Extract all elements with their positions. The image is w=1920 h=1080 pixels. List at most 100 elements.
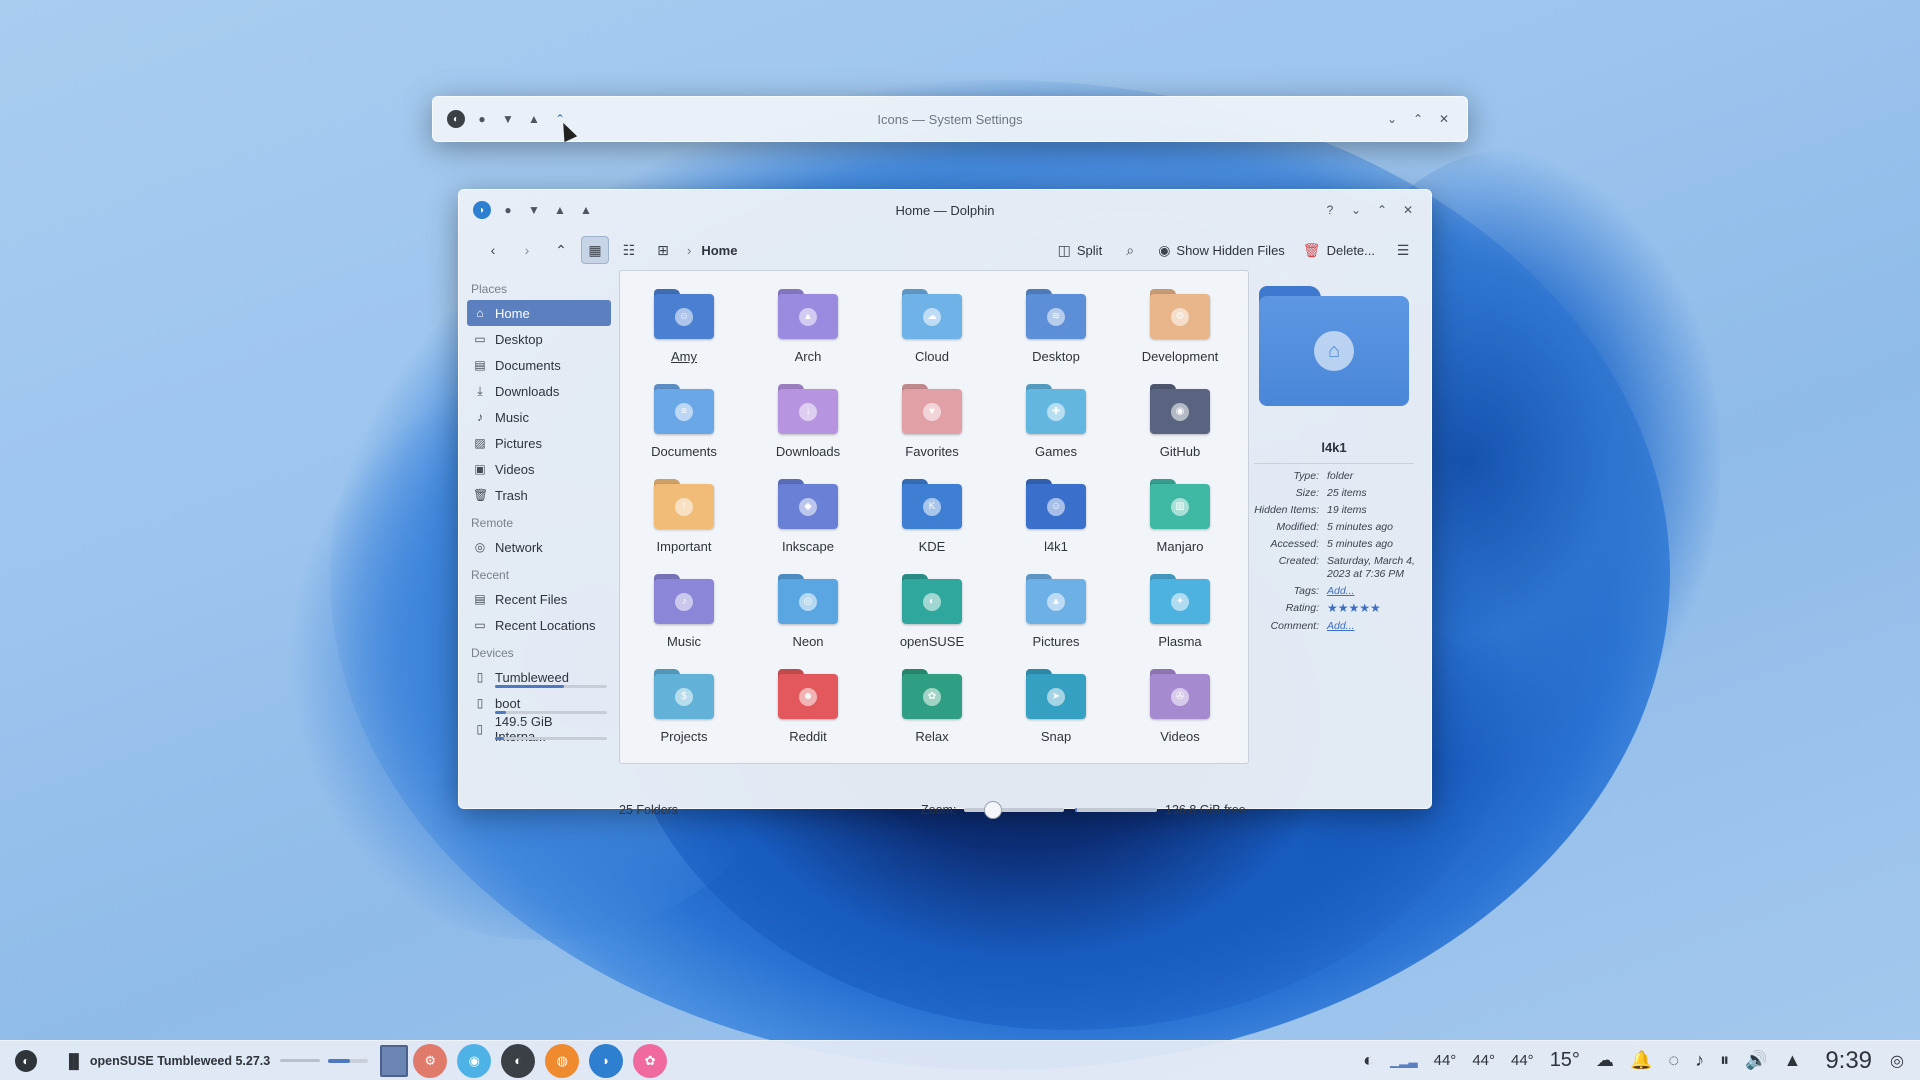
- maximize-icon[interactable]: ⌃: [1405, 106, 1431, 132]
- places-item-boot[interactable]: ▯ boot: [467, 690, 611, 716]
- volume-icon[interactable]: 🔊: [1745, 1050, 1767, 1071]
- delete-button[interactable]: 🗑 Delete...: [1299, 236, 1379, 264]
- minimize-icon[interactable]: ⌄: [1379, 106, 1405, 132]
- places-item-music[interactable]: ♪ Music: [467, 404, 611, 430]
- split-button[interactable]: ◫ Split: [1054, 236, 1107, 264]
- places-item-pictures[interactable]: ▨ Pictures: [467, 430, 611, 456]
- taskbar-app-system-settings[interactable]: ◐: [501, 1043, 536, 1078]
- maximize-icon[interactable]: ⌃: [1369, 197, 1395, 223]
- device-usage-bar: [495, 685, 607, 688]
- taskbar-app-dolphin[interactable]: ◗: [589, 1043, 624, 1078]
- folder-pictures[interactable]: ▲ Pictures: [994, 566, 1118, 661]
- folder-favorites[interactable]: ♥ Favorites: [870, 376, 994, 471]
- pin-icon[interactable]: ●: [495, 197, 521, 223]
- close-icon[interactable]: ✕: [1431, 106, 1457, 132]
- show-hidden-files-button[interactable]: ◉ Show Hidden Files: [1154, 236, 1289, 264]
- folder-l4k1[interactable]: ☺ l4k1: [994, 471, 1118, 566]
- shade-icon[interactable]: ⌃: [547, 106, 573, 132]
- places-item-desktop[interactable]: ▭ Desktop: [467, 326, 611, 352]
- media-player-icon[interactable]: ♪: [1695, 1050, 1704, 1071]
- places-item-tumbleweed[interactable]: ▯ Tumbleweed: [467, 664, 611, 690]
- help-icon[interactable]: ?: [1317, 197, 1343, 223]
- places-item-documents[interactable]: ▤ Documents: [467, 352, 611, 378]
- taskbar-app-firefox[interactable]: ◍: [545, 1043, 580, 1078]
- keep-below-icon[interactable]: ▼: [495, 106, 521, 132]
- folder-snap[interactable]: ➤ Snap: [994, 661, 1118, 756]
- folder-neon[interactable]: ◎ Neon: [746, 566, 870, 661]
- folder-music[interactable]: ♪ Music: [622, 566, 746, 661]
- pause-icon[interactable]: ⏸: [1720, 1050, 1729, 1071]
- meta-value[interactable]: Add...: [1327, 585, 1419, 598]
- settings-app-icon[interactable]: ◐: [443, 106, 469, 132]
- opensuse-tray-icon[interactable]: ◐: [1363, 1050, 1374, 1071]
- details-view-button[interactable]: ⊞: [649, 236, 677, 264]
- application-launcher[interactable]: ◐: [8, 1043, 44, 1079]
- places-item-home[interactable]: ⌂ Home: [467, 300, 611, 326]
- folder-projects[interactable]: $ Projects: [622, 661, 746, 756]
- task-manager-entry[interactable]: ▐▌ openSUSE Tumbleweed 5.27.3: [64, 1043, 270, 1079]
- shade-icon[interactable]: ▲: [573, 197, 599, 223]
- folder-reddit[interactable]: ☻ Reddit: [746, 661, 870, 756]
- folder-plasma[interactable]: ✦ Plasma: [1118, 566, 1242, 661]
- minimize-icon[interactable]: ⌄: [1343, 197, 1369, 223]
- folder-arch[interactable]: ▲ Arch: [746, 281, 870, 376]
- cloud-icon[interactable]: ☁: [1596, 1050, 1614, 1071]
- network-status-icon[interactable]: ◌: [1668, 1050, 1679, 1071]
- keep-below-icon[interactable]: ▼: [521, 197, 547, 223]
- places-item-149-5-gib-interna[interactable]: ▯149.5 GiB Interna...: [467, 714, 611, 744]
- system-monitor-icon[interactable]: ▁▂▃: [1390, 1054, 1418, 1068]
- folder-opensuse[interactable]: ◐ openSUSE: [870, 566, 994, 661]
- taskbar-app-photos[interactable]: ✿: [633, 1043, 668, 1078]
- folder-videos[interactable]: ✇ Videos: [1118, 661, 1242, 756]
- dolphin-titlebar[interactable]: ◗ ● ▼ ▲ ▲ Home — Dolphin ? ⌄ ⌃ ✕: [459, 190, 1431, 230]
- taskbar-app-discover[interactable]: ◉: [457, 1043, 492, 1078]
- keep-above-icon[interactable]: ▲: [521, 106, 547, 132]
- weather-temp[interactable]: 15°: [1550, 1049, 1580, 1072]
- folder-games[interactable]: ✚ Games: [994, 376, 1118, 471]
- keep-above-icon[interactable]: ▲: [547, 197, 573, 223]
- folder-downloads[interactable]: ↓ Downloads: [746, 376, 870, 471]
- folder-view[interactable]: ☺ Amy ▲ Arch ☁ Cloud ≋ Desktop ⚙ Development ≡ Docu…: [619, 270, 1249, 764]
- places-item-videos[interactable]: ▣ Videos: [467, 456, 611, 482]
- back-button[interactable]: ‹: [479, 236, 507, 264]
- compact-view-button[interactable]: ☷: [615, 236, 643, 264]
- close-icon[interactable]: ✕: [1395, 197, 1421, 223]
- taskbar-app-settings[interactable]: ⚙: [413, 1043, 448, 1078]
- breadcrumb-home[interactable]: Home: [701, 243, 737, 258]
- hamburger-menu-button[interactable]: ☰: [1389, 236, 1417, 264]
- folder-desktop[interactable]: ≋ Desktop: [994, 281, 1118, 376]
- forward-button[interactable]: ›: [513, 236, 541, 264]
- places-item-recent-files[interactable]: ▤ Recent Files: [467, 586, 611, 612]
- folder-relax[interactable]: ✿ Relax: [870, 661, 994, 756]
- meta-value[interactable]: Add...: [1327, 620, 1419, 633]
- folder-development[interactable]: ⚙ Development: [1118, 281, 1242, 376]
- zoom-slider[interactable]: [964, 801, 1065, 819]
- show-desktop-icon[interactable]: ◎: [1890, 1051, 1904, 1071]
- folder-documents[interactable]: ≡ Documents: [622, 376, 746, 471]
- folder-manjaro[interactable]: ▥ Manjaro: [1118, 471, 1242, 566]
- pager-desktop[interactable]: [380, 1043, 409, 1079]
- folder-inkscape[interactable]: ◆ Inkscape: [746, 471, 870, 566]
- places-item-downloads[interactable]: ⤓ Downloads: [467, 378, 611, 404]
- folder-amy[interactable]: ☺ Amy: [622, 281, 746, 376]
- notification-bell-icon[interactable]: 🔔: [1630, 1050, 1652, 1071]
- dolphin-app-icon[interactable]: ◗: [469, 197, 495, 223]
- folder-important[interactable]: ! Important: [622, 471, 746, 566]
- rating-stars[interactable]: ★★★★★: [1327, 601, 1381, 615]
- places-item-recent-locations[interactable]: ▭ Recent Locations: [467, 612, 611, 638]
- folder-github[interactable]: ◉ GitHub: [1118, 376, 1242, 471]
- clock[interactable]: 9:39: [1825, 1047, 1872, 1075]
- folder-kde[interactable]: K KDE: [870, 471, 994, 566]
- search-button[interactable]: ⌕: [1116, 236, 1144, 264]
- up-button[interactable]: ⌃: [547, 236, 575, 264]
- system-settings-window[interactable]: ◐ ● ▼ ▲ ⌃ Icons — System Settings ⌄ ⌃ ✕: [432, 96, 1468, 142]
- places-item-trash[interactable]: 🗑 Trash: [467, 482, 611, 508]
- folder-cloud[interactable]: ☁ Cloud: [870, 281, 994, 376]
- icons-view-button[interactable]: ▦: [581, 236, 609, 264]
- zoom-slider-handle[interactable]: [984, 801, 1003, 819]
- places-item-network[interactable]: ◎ Network: [467, 534, 611, 560]
- tray-expand-chevron-icon[interactable]: ▲: [1783, 1050, 1801, 1071]
- dolphin-window[interactable]: ◗ ● ▼ ▲ ▲ Home — Dolphin ? ⌄ ⌃ ✕ ‹ › ⌃ ▦…: [458, 189, 1432, 819]
- settings-titlebar[interactable]: ◐ ● ▼ ▲ ⌃ Icons — System Settings ⌄ ⌃ ✕: [433, 97, 1467, 141]
- pin-icon[interactable]: ●: [469, 106, 495, 132]
